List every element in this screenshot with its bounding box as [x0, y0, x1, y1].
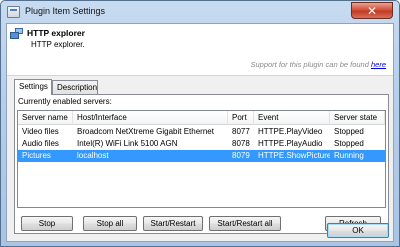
cell-state: Stopped [334, 139, 364, 148]
plugin-description: HTTP explorer. [31, 40, 85, 49]
cell-port: 8077 [232, 127, 250, 136]
window-title: Plugin Item Settings [25, 6, 106, 16]
list-header: Server name Host/Interface Port Event Se… [18, 111, 385, 125]
column-header-port[interactable]: Port [228, 111, 254, 125]
tab-settings[interactable]: Settings [14, 79, 52, 95]
server-row[interactable]: Video files Broadcom NetXtreme Gigabit E… [18, 126, 385, 138]
cell-host: Intel(R) WiFi Link 5100 AGN [77, 139, 178, 148]
plugin-header: HTTP explorer HTTP explorer. Support for… [7, 24, 393, 76]
plugin-name: HTTP explorer [27, 28, 85, 38]
start-restart-all-button[interactable]: Start/Restart all [209, 216, 281, 231]
servers-list[interactable]: Server name Host/Interface Port Event Se… [17, 110, 386, 208]
support-link[interactable]: here [371, 60, 386, 69]
cell-state: Stopped [334, 127, 364, 136]
cell-port: 8078 [232, 139, 250, 148]
column-header-event[interactable]: Event [254, 111, 330, 125]
cell-server-name: Audio files [22, 139, 59, 148]
support-text: Support for this plugin can be found her… [250, 60, 386, 69]
stop-button[interactable]: Stop [21, 216, 73, 231]
server-row[interactable]: Audio files Intel(R) WiFi Link 5100 AGN … [18, 138, 385, 150]
close-icon: ✕ [366, 3, 378, 18]
column-header-host[interactable]: Host/Interface [73, 111, 228, 125]
support-label: Support for this plugin can be found [250, 60, 371, 69]
plugin-icon [10, 28, 24, 42]
server-row-selected[interactable]: Pictures localhost 8079 HTTPE.ShowPictur… [18, 150, 385, 162]
app-icon [7, 6, 20, 18]
cell-server-name: Video files [22, 127, 59, 136]
title-bar[interactable]: Plugin Item Settings ✕ [1, 1, 399, 23]
column-header-server-name[interactable]: Server name [18, 111, 73, 125]
cell-host: localhost [77, 151, 109, 160]
servers-caption: Currently enabled servers: [18, 97, 112, 106]
cell-port: 8079 [232, 151, 250, 160]
cell-event: HTTPE.ShowPicture [258, 151, 330, 160]
tab-description[interactable]: Description [52, 80, 98, 94]
stop-all-button[interactable]: Stop all [83, 216, 137, 231]
cell-event: HTTPE.PlayAudio [258, 139, 323, 148]
column-header-server-state[interactable]: Server state [330, 111, 385, 125]
close-button[interactable]: ✕ [351, 2, 393, 19]
settings-panel: Currently enabled servers: Server name H… [14, 94, 389, 234]
cell-event: HTTPE.PlayVideo [258, 127, 323, 136]
cell-host: Broadcom NetXtreme Gigabit Ethernet [77, 127, 214, 136]
plugin-settings-window: Plugin Item Settings ✕ HTTP explorer HTT… [0, 0, 400, 247]
cell-server-name: Pictures [22, 151, 51, 160]
dialog-body: HTTP explorer HTTP explorer. Support for… [6, 23, 394, 242]
start-restart-button[interactable]: Start/Restart [143, 216, 203, 231]
cell-state: Running [334, 151, 364, 160]
ok-button[interactable]: OK [327, 223, 389, 238]
